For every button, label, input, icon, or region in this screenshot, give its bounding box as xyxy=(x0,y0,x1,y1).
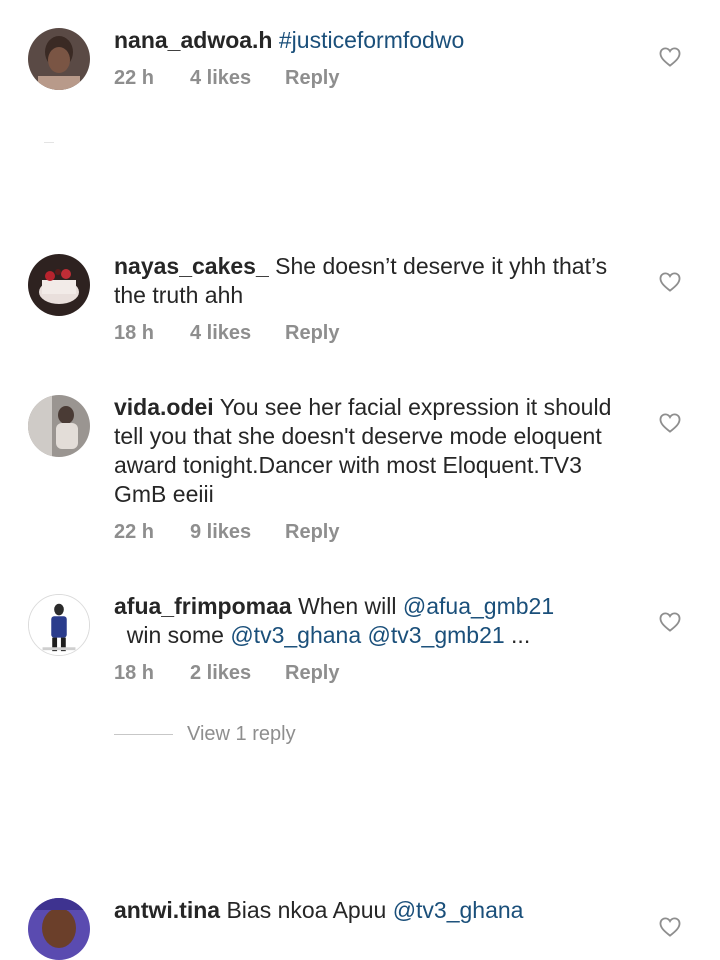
comment-time: 18 h xyxy=(114,322,155,344)
reply-thread-line xyxy=(114,734,173,736)
mention-link[interactable]: @tv3_ghana xyxy=(393,897,524,923)
comment-meta: 22 h 9 likes Reply xyxy=(114,519,339,545)
text-segment: When will xyxy=(298,593,403,619)
comment-body: vida.odei You see her facial expression … xyxy=(114,393,634,509)
avatar[interactable] xyxy=(28,28,90,90)
mention-link[interactable]: @afua_gmb21 xyxy=(403,593,554,619)
comment-body: afua_frimpomaa When will @afua_gmb21 win… xyxy=(114,592,634,650)
comment-time: 22 h xyxy=(114,521,155,543)
comment-likes[interactable]: 9 likes xyxy=(190,519,285,545)
reply-button[interactable]: Reply xyxy=(285,519,339,545)
comment-time: 22 h xyxy=(114,67,155,89)
comment-username[interactable]: nana_adwoa.h xyxy=(114,27,272,53)
heart-outline-icon[interactable] xyxy=(659,413,681,433)
text-segment: ... xyxy=(504,622,531,648)
hashtag-link[interactable]: #justiceformfodwo xyxy=(279,27,464,53)
comment-username[interactable]: nayas_cakes_ xyxy=(114,253,269,279)
text-segment: win some xyxy=(114,622,231,648)
reply-button[interactable]: Reply xyxy=(285,65,339,91)
comment-meta: 18 h 4 likes Reply xyxy=(114,320,339,346)
comment-likes[interactable]: 4 likes xyxy=(190,65,285,91)
avatar[interactable] xyxy=(28,395,90,457)
comment-likes[interactable]: 2 likes xyxy=(190,660,285,686)
comment-body: nayas_cakes_ She doesn’t deserve it yhh … xyxy=(114,252,634,310)
text-segment: Bias nkoa Apuu xyxy=(226,897,393,923)
heart-outline-icon[interactable] xyxy=(659,917,681,937)
avatar[interactable] xyxy=(28,898,90,960)
heart-outline-icon[interactable] xyxy=(659,47,681,67)
avatar[interactable] xyxy=(28,594,90,656)
comment-time: 18 h xyxy=(114,662,155,684)
comment-meta: 18 h 2 likes Reply xyxy=(114,660,339,686)
view-replies[interactable]: View 1 reply xyxy=(114,721,296,747)
comment-text: Bias nkoa Apuu @tv3_ghana xyxy=(226,897,523,923)
divider-fragment xyxy=(44,142,54,143)
heart-outline-icon[interactable] xyxy=(659,272,681,292)
comment-username[interactable]: vida.odei xyxy=(114,394,214,420)
comment-body: antwi.tina Bias nkoa Apuu @tv3_ghana xyxy=(114,896,634,925)
reply-button[interactable]: Reply xyxy=(285,660,339,686)
avatar[interactable] xyxy=(28,254,90,316)
reply-button[interactable]: Reply xyxy=(285,320,339,346)
comment-username[interactable]: antwi.tina xyxy=(114,897,220,923)
comment-meta: 22 h 4 likes Reply xyxy=(114,65,339,91)
comment-likes[interactable]: 4 likes xyxy=(190,320,285,346)
mention-link[interactable]: @tv3_gmb21 xyxy=(368,622,505,648)
comment-text: #justiceformfodwo xyxy=(279,27,464,53)
comment-body: nana_adwoa.h #justiceformfodwo xyxy=(114,26,634,55)
comment-username[interactable]: afua_frimpomaa xyxy=(114,593,292,619)
heart-outline-icon[interactable] xyxy=(659,612,681,632)
view-replies-label[interactable]: View 1 reply xyxy=(187,723,296,745)
mention-link[interactable]: @tv3_ghana xyxy=(230,622,361,648)
